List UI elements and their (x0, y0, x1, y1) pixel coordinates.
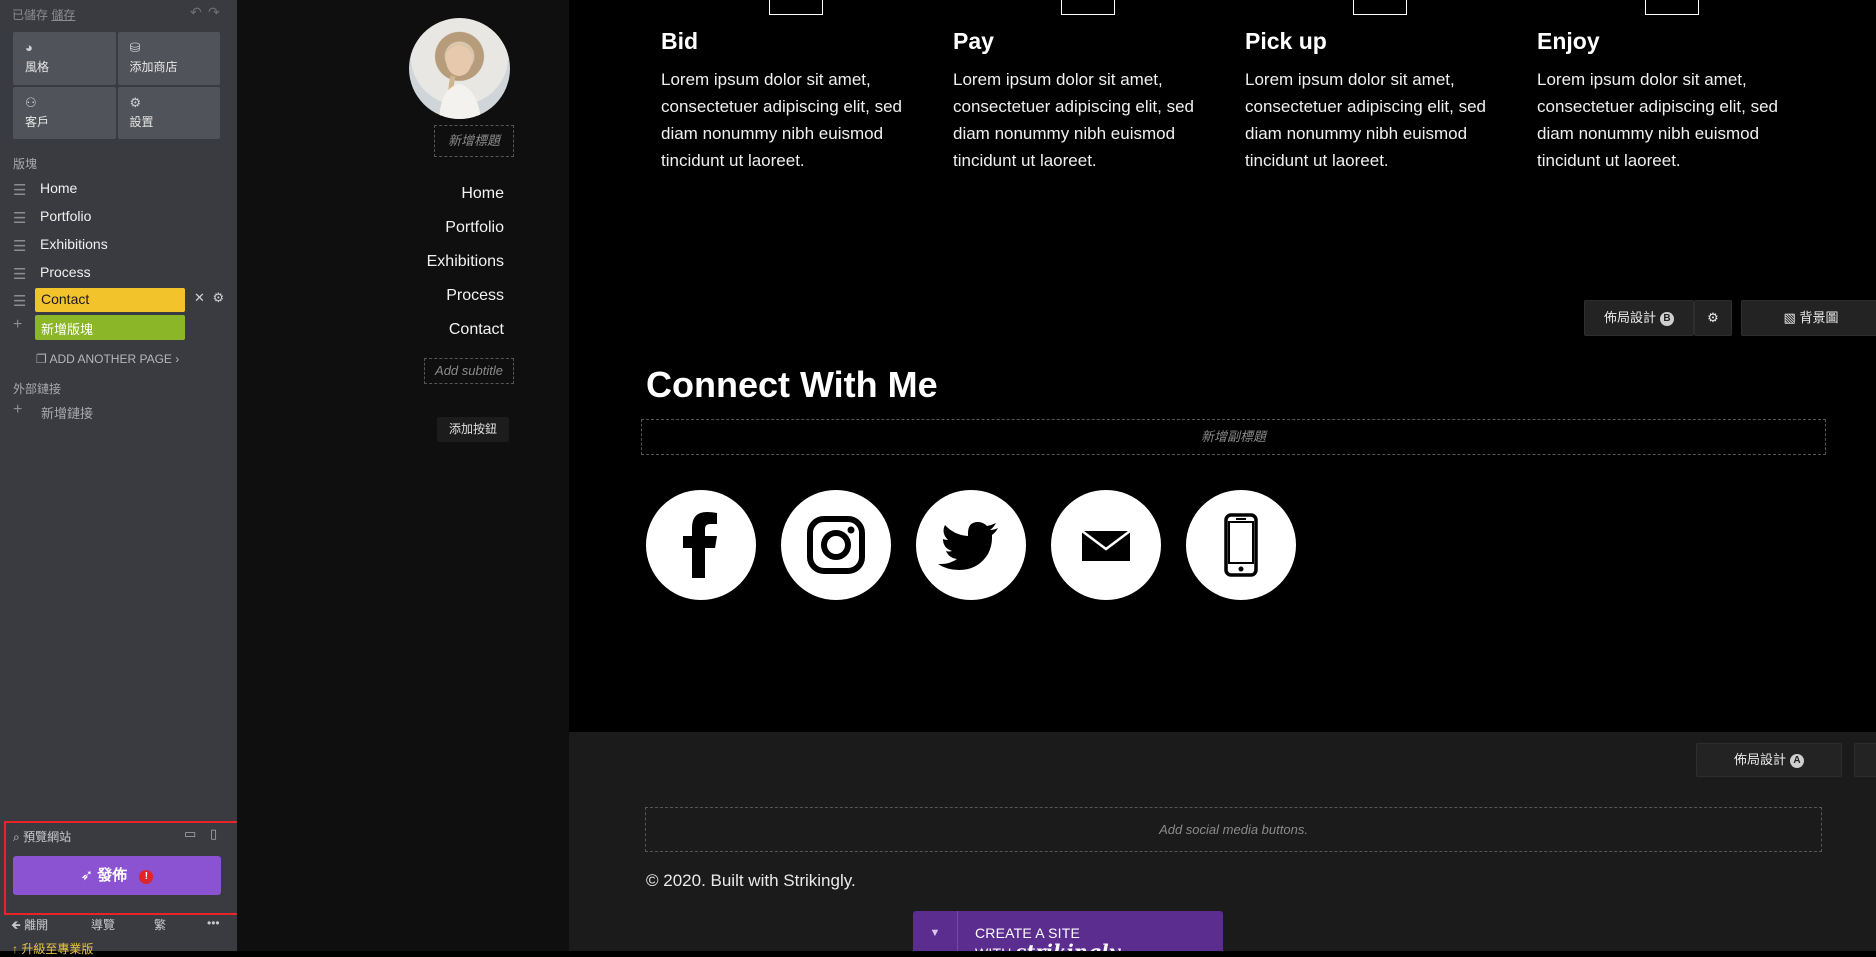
layout-design-button[interactable]: 佈局設計 A (1696, 743, 1842, 777)
guide-button[interactable]: 導覽 (91, 916, 115, 933)
editor-tiles: ◕ 風格 ⛁ 添加商店 ⚇ 客戶 ⚙ 設置 (13, 32, 220, 139)
instagram-icon[interactable] (781, 490, 891, 600)
drag-handle-icon[interactable]: ☰ (13, 181, 26, 199)
social-media-placeholder[interactable]: Add social media buttons. (645, 807, 1822, 852)
add-title-field[interactable]: 新增標題 (434, 125, 514, 157)
twitter-icon[interactable] (916, 490, 1026, 600)
add-button-button[interactable]: 添加按鈕 (437, 417, 509, 442)
upgrade-link[interactable]: ↑ 升級至專業版 (12, 940, 93, 957)
step-text: Lorem ipsum dolor sit amet, consectetuer… (1245, 70, 1486, 170)
step-icon-box (1061, 0, 1115, 15)
step-text: Lorem ipsum dolor sit amet, consectetuer… (661, 70, 902, 170)
gear-icon: ⚙ (129, 94, 142, 110)
external-links-label: 外部鏈接 (13, 382, 62, 396)
step-icon-box (1353, 0, 1407, 15)
site-navigation (237, 0, 569, 951)
drag-handle-icon[interactable]: ☰ (13, 237, 26, 255)
chevron-down-icon[interactable]: ▼ (913, 911, 958, 951)
step-text: Lorem ipsum dolor sit amet, consectetuer… (1537, 70, 1778, 170)
add-section-button[interactable]: 新增版塊 (35, 315, 185, 340)
layout-key-badge: A (1790, 754, 1804, 768)
drag-handle-icon[interactable]: ☰ (13, 209, 26, 227)
style-tile[interactable]: ◕ 風格 (13, 32, 116, 85)
nav-link-process[interactable]: Process (304, 287, 504, 305)
active-page-tools: ✕ ⚙ (194, 290, 224, 306)
add-store-tile[interactable]: ⛁ 添加商店 (117, 32, 220, 85)
plus-icon: + (13, 401, 23, 418)
step-icon-box (1645, 0, 1699, 15)
store-icon: ⛁ (129, 40, 141, 55)
customers-tile[interactable]: ⚇ 客戶 (13, 86, 116, 139)
section-settings-button[interactable]: ⚙ (1694, 300, 1732, 336)
drag-handle-icon[interactable]: ☰ (13, 265, 26, 283)
close-icon[interactable]: ✕ (194, 290, 205, 305)
nav-link-portfolio[interactable]: Portfolio (304, 219, 504, 237)
avatar[interactable] (409, 18, 510, 119)
phone-icon[interactable] (1186, 490, 1296, 600)
exit-button[interactable]: 🡸 離開 (11, 916, 48, 937)
sidebar-item-home[interactable]: ☰ Home (13, 178, 233, 200)
more-icon[interactable]: ••• (207, 916, 220, 930)
palette-icon: ◕ (25, 40, 33, 55)
save-link[interactable]: 儲存 (51, 8, 75, 22)
add-another-page-link[interactable]: ❐ ADD ANOTHER PAGE › (36, 352, 179, 366)
step-title-pay: Pay (953, 28, 994, 54)
editor-sidebar: 已儲存 儲存 ↶ ↷ ◕ 風格 ⛁ 添加商店 ⚇ 客戶 ⚙ 設置 版塊 ☰ Ho… (0, 0, 258, 956)
step-text: Lorem ipsum dolor sit amet, consectetuer… (953, 70, 1194, 170)
plus-icon: + (13, 316, 23, 333)
copyright-text: © 2020. Built with Strikingly. (646, 871, 856, 890)
layout-design-button[interactable]: 佈局設計 B (1584, 300, 1694, 336)
save-status: 已儲存 儲存 (12, 8, 76, 22)
language-button[interactable]: 繁 (154, 916, 166, 933)
sidebar-item-exhibitions[interactable]: ☰ Exhibitions (13, 234, 233, 256)
sidebar-item-process[interactable]: ☰ Process (13, 262, 233, 284)
settings-tile[interactable]: ⚙ 設置 (117, 86, 220, 139)
redo-icon[interactable]: ↷ (208, 4, 220, 21)
sidebar-item-portfolio[interactable]: ☰ Portfolio (13, 206, 233, 228)
facebook-icon[interactable] (646, 490, 756, 600)
section-title[interactable]: Connect With Me (646, 364, 938, 406)
step-title-bid: Bid (661, 28, 699, 54)
add-subtitle-field[interactable]: Add subtitle (424, 358, 514, 384)
step-title-enjoy: Enjoy (1537, 28, 1600, 54)
highlight-frame (4, 821, 258, 915)
step-title-pick-up: Pick up (1245, 28, 1327, 54)
nav-link-contact[interactable]: Contact (304, 321, 504, 339)
undo-icon[interactable]: ↶ (190, 4, 202, 21)
strikingly-logo: strikingly (1016, 941, 1120, 951)
image-icon: ▧ (1783, 310, 1796, 325)
nav-link-home[interactable]: Home (304, 185, 504, 203)
site-content: Bid Lorem ipsum dolor sit amet, consecte… (569, 0, 1876, 951)
users-icon: ⚇ (25, 94, 37, 110)
gear-icon: ⚙ (1707, 310, 1719, 325)
strikingly-banner[interactable]: ▼ CREATE A SITE WITHstrikingly (913, 911, 1223, 951)
drag-handle-icon[interactable]: ☰ (13, 292, 26, 310)
nav-link-exhibitions[interactable]: Exhibitions (304, 253, 504, 271)
email-icon[interactable] (1051, 490, 1161, 600)
portrait-image (439, 44, 481, 119)
background-image-button[interactable]: ▧ 背景圖 (1741, 300, 1876, 336)
add-subtitle-field[interactable]: 新增副標題 (641, 419, 1826, 455)
footer-settings-button[interactable] (1854, 743, 1876, 777)
add-link-button[interactable]: 新增鏈接 (41, 403, 93, 422)
step-icon-box (769, 0, 823, 15)
layout-key-badge: B (1660, 312, 1674, 326)
sections-label: 版塊 (13, 157, 38, 171)
pages-icon: ❐ (36, 352, 47, 366)
gear-icon[interactable]: ⚙ (213, 290, 225, 305)
